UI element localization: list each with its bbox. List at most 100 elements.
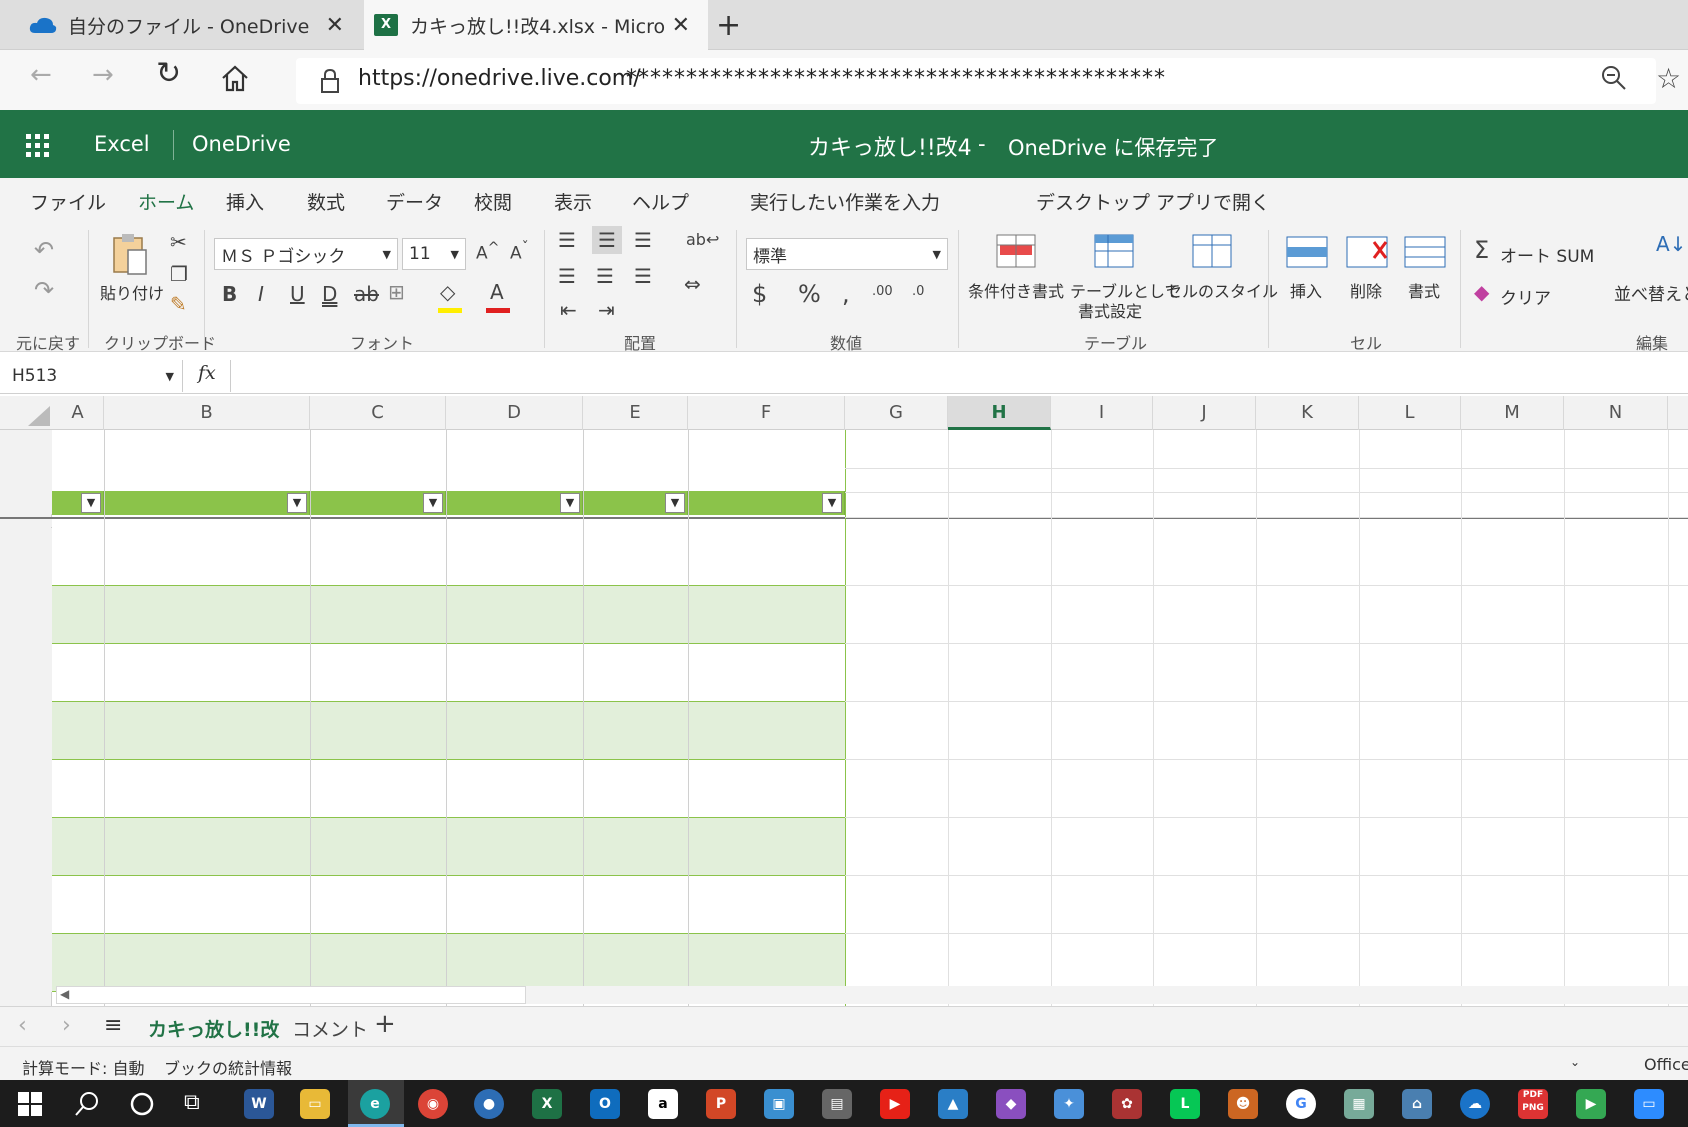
column-header-l[interactable]: L [1359, 396, 1461, 430]
amazon-icon[interactable]: a [648, 1089, 678, 1119]
row-header[interactable] [0, 760, 52, 818]
autosum-label[interactable]: オート SUM [1500, 242, 1594, 267]
cell-styles-icon[interactable] [1192, 234, 1232, 268]
row-header[interactable] [0, 876, 52, 934]
paint-icon[interactable]: ◆ [996, 1089, 1026, 1119]
currency-icon[interactable]: $ [752, 280, 767, 308]
chrome-icon[interactable]: ◉ [418, 1089, 448, 1119]
increase-decimal-icon[interactable]: .00 [872, 284, 893, 299]
filter-dropdown-icon[interactable]: ▼ [81, 493, 101, 513]
column-header-g[interactable]: G [845, 396, 948, 430]
chevron-down-icon[interactable]: ⌄ [1570, 1055, 1580, 1069]
edge-browser-icon[interactable]: e [360, 1089, 390, 1119]
zoom-app-icon[interactable]: ▭ [1634, 1089, 1664, 1119]
new-tab-button[interactable]: + [716, 8, 741, 43]
app-icon[interactable]: ▣ [764, 1089, 794, 1119]
underline-icon[interactable]: U [290, 282, 305, 306]
copy-icon[interactable]: ❐ [170, 262, 188, 286]
excel-app-icon[interactable]: X [532, 1089, 562, 1119]
format-cells-icon[interactable] [1404, 232, 1446, 268]
row-header[interactable] [0, 818, 52, 876]
calc-mode[interactable]: 計算モード: 自動 [22, 1055, 144, 1079]
zoom-icon[interactable] [1600, 64, 1628, 92]
align-top-icon[interactable]: ☰ [558, 228, 576, 252]
wrap-text-icon[interactable]: ab↩ [686, 230, 719, 249]
web-premier-club-link[interactable] [310, 444, 446, 482]
align-center-icon[interactable]: ☰ [596, 264, 614, 288]
row-header[interactable] [0, 528, 52, 586]
paste-icon[interactable] [110, 232, 150, 276]
column-header-h[interactable]: H [948, 396, 1051, 430]
redo-icon[interactable]: ↷ [34, 276, 54, 304]
row-header[interactable] [0, 586, 52, 644]
insert-function-icon[interactable]: fx [198, 362, 216, 384]
fill-color-icon[interactable]: ◇ [440, 280, 455, 304]
windows-start-icon[interactable] [18, 1092, 42, 1116]
web-kakippanashi-link[interactable] [446, 444, 583, 482]
play-store-icon[interactable]: ▶ [1576, 1089, 1606, 1119]
undo-icon[interactable]: ↶ [34, 236, 54, 264]
forward-icon[interactable]: → [92, 60, 114, 90]
column-header-n[interactable]: N [1564, 396, 1668, 430]
format-painter-icon[interactable]: ✎ [170, 292, 187, 316]
document-title[interactable]: カキっ放し!!改4 [808, 130, 972, 162]
outlook-icon[interactable]: O [590, 1089, 620, 1119]
onedrive-link[interactable]: OneDrive [192, 132, 291, 156]
column-header-k[interactable]: K [1256, 396, 1359, 430]
word-attendance-link[interactable] [583, 444, 688, 482]
horizontal-scrollbar[interactable] [56, 986, 526, 1004]
grow-font-icon[interactable]: A^ [476, 240, 500, 264]
insert-cells-icon[interactable] [1286, 236, 1328, 268]
strikethrough-icon[interactable]: ab [354, 282, 379, 306]
number-format-select[interactable]: 標準 ▼ [746, 238, 948, 270]
photos-icon[interactable]: ▲ [938, 1089, 968, 1119]
sort-filter-icon[interactable]: A↓ [1656, 232, 1686, 256]
column-header-m[interactable]: M [1461, 396, 1564, 430]
app-icon[interactable]: ☻ [1228, 1089, 1258, 1119]
format-as-table-icon[interactable] [1094, 234, 1134, 268]
tab-help[interactable]: ヘルプ [632, 188, 689, 215]
row-header[interactable] [0, 934, 52, 992]
row-header[interactable] [0, 702, 52, 760]
row-header[interactable] [0, 430, 52, 468]
select-all-icon[interactable] [28, 406, 50, 426]
double-underline-icon[interactable]: D [322, 282, 337, 306]
bold-icon[interactable]: B [222, 282, 237, 306]
filter-dropdown-icon[interactable]: ▼ [560, 493, 580, 513]
merge-center-icon[interactable]: ⇔ [684, 272, 701, 296]
row-header[interactable] [0, 468, 52, 492]
font-size-select[interactable]: 11 ▼ [402, 238, 466, 270]
file-explorer-icon[interactable]: ▭ [300, 1089, 330, 1119]
align-right-icon[interactable]: ☰ [634, 264, 652, 288]
people-icon[interactable]: ● [474, 1089, 504, 1119]
borders-icon[interactable]: ⊞ [388, 280, 405, 304]
conditional-format-label[interactable]: 条件付き書式 [968, 278, 1064, 302]
tell-me-search[interactable]: 実行したい作業を入力 [750, 188, 940, 215]
clear-label[interactable]: クリア [1500, 284, 1551, 309]
scroll-left-icon[interactable]: ◀ [60, 987, 69, 1001]
cell-styles-label[interactable]: セルのスタイル [1166, 278, 1278, 302]
powerpoint-icon[interactable]: P [706, 1089, 736, 1119]
format-as-table-label-2[interactable]: 書式設定 [1078, 298, 1142, 322]
comma-icon[interactable]: , [842, 280, 850, 308]
tab-insert[interactable]: 挿入 [226, 188, 264, 215]
paste-label[interactable]: 貼り付け [100, 280, 164, 304]
add-sheet-button[interactable]: + [374, 1009, 396, 1039]
onedrive-taskbar-icon[interactable]: ☁ [1460, 1089, 1490, 1119]
prev-sheet-icon[interactable]: ‹ [18, 1013, 27, 1038]
open-desktop-app[interactable]: デスクトップ アプリで開く [1036, 188, 1270, 215]
back-icon[interactable]: ← [30, 60, 52, 90]
browser-tab-excel[interactable]: X カキっ放し!!改4.xlsx - Microsoft Exc ✕ [364, 0, 708, 50]
font-name-select[interactable]: ＭＳ Ｐゴシック ▼ [214, 238, 398, 270]
tab-formulas[interactable]: 数式 [307, 188, 345, 215]
refresh-icon[interactable]: ↻ [156, 56, 181, 91]
app-icon[interactable]: ✿ [1112, 1089, 1142, 1119]
column-header-d[interactable]: D [446, 396, 583, 430]
italic-icon[interactable]: I [258, 282, 264, 306]
all-sheets-icon[interactable]: ≡ [104, 1013, 122, 1038]
app-icon[interactable]: ▦ [1344, 1089, 1374, 1119]
browser-tab-onedrive[interactable]: 自分のファイル - OneDrive ✕ [0, 0, 362, 50]
row-header[interactable] [0, 644, 52, 702]
google-icon[interactable]: G [1286, 1089, 1316, 1119]
tab-view[interactable]: 表示 [554, 188, 592, 215]
